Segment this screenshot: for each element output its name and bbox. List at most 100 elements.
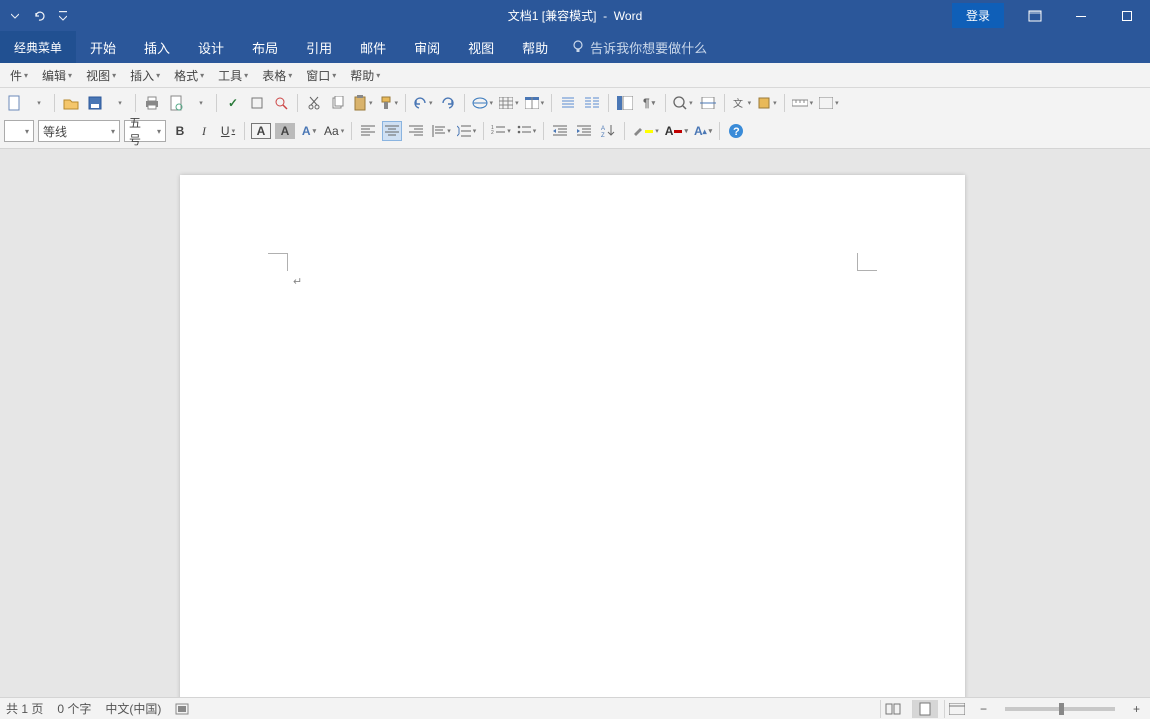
ribbon-display-options-icon[interactable] (1012, 0, 1058, 31)
undo-icon[interactable] (30, 7, 48, 25)
help-button[interactable]: ? (726, 121, 746, 141)
columns-1-icon[interactable] (558, 93, 578, 113)
align-center-button[interactable] (382, 121, 402, 141)
new-doc-dropdown[interactable] (28, 93, 48, 113)
menu-help[interactable]: 帮助▾ (344, 67, 386, 84)
text-direction-icon[interactable]: 文 (731, 93, 753, 113)
lookup-icon[interactable] (271, 93, 291, 113)
tab-view[interactable]: 视图 (454, 31, 508, 63)
research-icon[interactable] (247, 93, 267, 113)
increase-indent-button[interactable] (574, 121, 594, 141)
menu-tools[interactable]: 工具▾ (212, 67, 254, 84)
status-word-count[interactable]: 0 个字 (57, 700, 91, 717)
columns-2-icon[interactable] (582, 93, 602, 113)
underline-button[interactable]: U (218, 121, 238, 141)
separator (543, 122, 544, 140)
copy-icon[interactable] (328, 93, 348, 113)
tab-mail[interactable]: 邮件 (346, 31, 400, 63)
bullets-button[interactable] (516, 121, 538, 141)
style-combo[interactable] (4, 120, 34, 142)
save-dropdown[interactable] (109, 93, 129, 113)
file-tab[interactable]: 经典菜单 (0, 31, 76, 63)
tab-insert[interactable]: 插入 (130, 31, 184, 63)
doc-map-icon[interactable] (615, 93, 635, 113)
menu-format[interactable]: 格式▾ (168, 67, 210, 84)
save-icon[interactable] (85, 93, 105, 113)
decrease-indent-button[interactable] (550, 121, 570, 141)
tab-design[interactable]: 设计 (184, 31, 238, 63)
zoom-slider[interactable] (1005, 707, 1115, 711)
zoom-out-button[interactable]: − (976, 702, 991, 716)
read-mode-button[interactable] (880, 700, 906, 718)
format-painter-icon[interactable] (378, 93, 400, 113)
login-button[interactable]: 登录 (952, 3, 1004, 28)
italic-button[interactable]: I (194, 121, 214, 141)
insert-hyperlink-icon[interactable] (471, 93, 495, 113)
minimize-button[interactable] (1058, 0, 1104, 31)
grow-font-button[interactable]: A▴ (693, 121, 713, 141)
gridlines-icon[interactable] (818, 93, 840, 113)
char-shading-button[interactable]: A (275, 123, 295, 139)
menu-view[interactable]: 视图▾ (80, 67, 122, 84)
show-hide-icon[interactable]: ¶ (639, 93, 659, 113)
char-border-button[interactable]: A (251, 123, 271, 139)
separator (135, 94, 136, 112)
print-layout-button[interactable] (912, 700, 938, 718)
tab-home[interactable]: 开始 (76, 31, 130, 63)
align-left-button[interactable] (358, 121, 378, 141)
menu-window-label: 窗口 (306, 67, 330, 84)
maximize-button[interactable] (1104, 0, 1150, 31)
status-right: − + (880, 700, 1144, 718)
tell-me-search[interactable]: 告诉我你想要做什么 (562, 31, 717, 63)
ribbon-tabs: 经典菜单 开始 插入 设计 布局 引用 邮件 审阅 视图 帮助 告诉我你想要做什… (0, 31, 1150, 63)
new-doc-icon[interactable] (4, 93, 24, 113)
page-1[interactable]: ↵ (180, 175, 965, 697)
menu-table[interactable]: 表格▾ (256, 67, 298, 84)
text-effects-button[interactable]: A (299, 121, 319, 141)
qat-dropdown-icon[interactable] (6, 7, 24, 25)
document-canvas[interactable]: ↵ 首先打开一个文档 (0, 157, 1150, 697)
menu-insert-label: 插入 (130, 67, 154, 84)
insert-table-grid-icon[interactable] (498, 93, 520, 113)
paste-icon[interactable] (352, 93, 374, 113)
print-icon[interactable] (142, 93, 162, 113)
distributed-button[interactable] (430, 121, 452, 141)
bold-button[interactable]: B (170, 121, 190, 141)
font-color-button[interactable]: A (664, 121, 689, 141)
object-icon[interactable] (756, 93, 778, 113)
tab-help[interactable]: 帮助 (508, 31, 562, 63)
macro-indicator-icon[interactable] (175, 703, 189, 715)
size-combo[interactable]: 五号 (124, 120, 166, 142)
print-preview-icon[interactable] (166, 93, 186, 113)
undo-button[interactable] (412, 93, 434, 113)
change-case-button[interactable]: Aa (323, 121, 345, 141)
ruler-icon[interactable] (791, 93, 815, 113)
insert-table-icon[interactable] (524, 93, 546, 113)
menu-insert[interactable]: 插入▾ (124, 67, 166, 84)
menu-window[interactable]: 窗口▾ (300, 67, 342, 84)
zoom-slider-thumb[interactable] (1059, 703, 1064, 715)
menu-edit[interactable]: 编辑▾ (36, 67, 78, 84)
tab-review[interactable]: 审阅 (400, 31, 454, 63)
sort-button[interactable]: AZ (598, 121, 618, 141)
align-right-button[interactable] (406, 121, 426, 141)
font-combo[interactable]: 等线 (38, 120, 120, 142)
numbering-button[interactable]: 12 (490, 121, 512, 141)
print-dropdown[interactable] (190, 93, 210, 113)
web-layout-button[interactable] (944, 700, 970, 718)
zoom-icon[interactable] (672, 93, 694, 113)
tab-layout[interactable]: 布局 (238, 31, 292, 63)
line-spacing-button[interactable] (456, 121, 478, 141)
tab-ref[interactable]: 引用 (292, 31, 346, 63)
qat-more-icon[interactable] (54, 7, 72, 25)
cut-icon[interactable] (304, 93, 324, 113)
status-language[interactable]: 中文(中国) (105, 700, 161, 717)
open-icon[interactable] (61, 93, 81, 113)
menu-file[interactable]: 件▾ (4, 67, 34, 84)
redo-button[interactable] (438, 93, 458, 113)
spellcheck-icon[interactable]: ✓ (223, 93, 243, 113)
page-width-icon[interactable] (698, 93, 718, 113)
zoom-in-button[interactable]: + (1129, 702, 1144, 716)
status-page[interactable]: 共 1 页 (6, 700, 43, 717)
highlight-button[interactable] (631, 121, 660, 141)
